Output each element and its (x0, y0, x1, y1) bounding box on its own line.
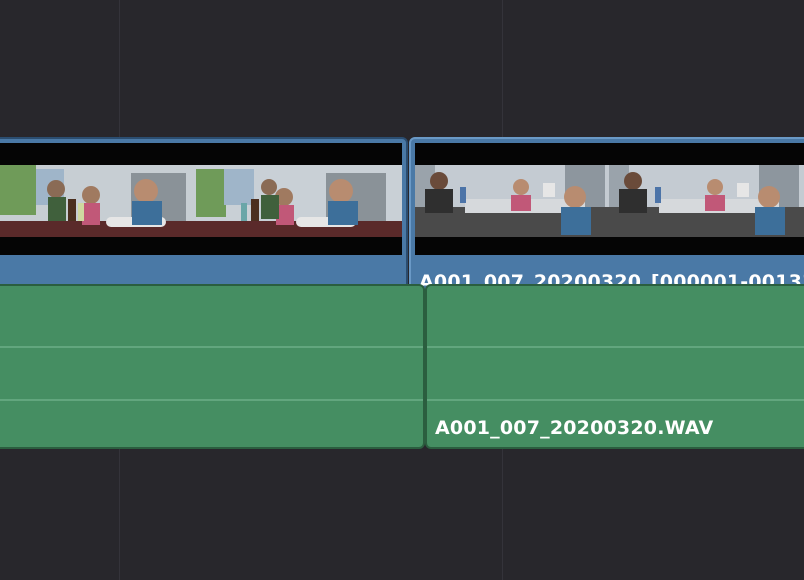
clip-thumbnail (0, 165, 402, 237)
audio-waveform (0, 346, 423, 348)
audio-track: A001_007_20200320.WAV (0, 284, 804, 450)
video-clip[interactable] (0, 137, 408, 303)
clip-thumbnail (415, 165, 804, 237)
audio-waveform (0, 399, 423, 401)
audio-waveform (427, 399, 804, 401)
clip-name: A001_007_20200320.WAV (435, 417, 714, 439)
audio-clip[interactable]: A001_007_20200320.WAV (425, 284, 804, 449)
audio-waveform (427, 346, 804, 348)
video-clip[interactable]: A001_007_20200320_[000001-001338] (409, 137, 804, 303)
video-track: A001_007_20200320_[000001-001338] (0, 137, 804, 303)
clip-filmstrip (415, 143, 804, 255)
clip-filmstrip (0, 143, 402, 255)
audio-clip[interactable] (0, 284, 425, 449)
